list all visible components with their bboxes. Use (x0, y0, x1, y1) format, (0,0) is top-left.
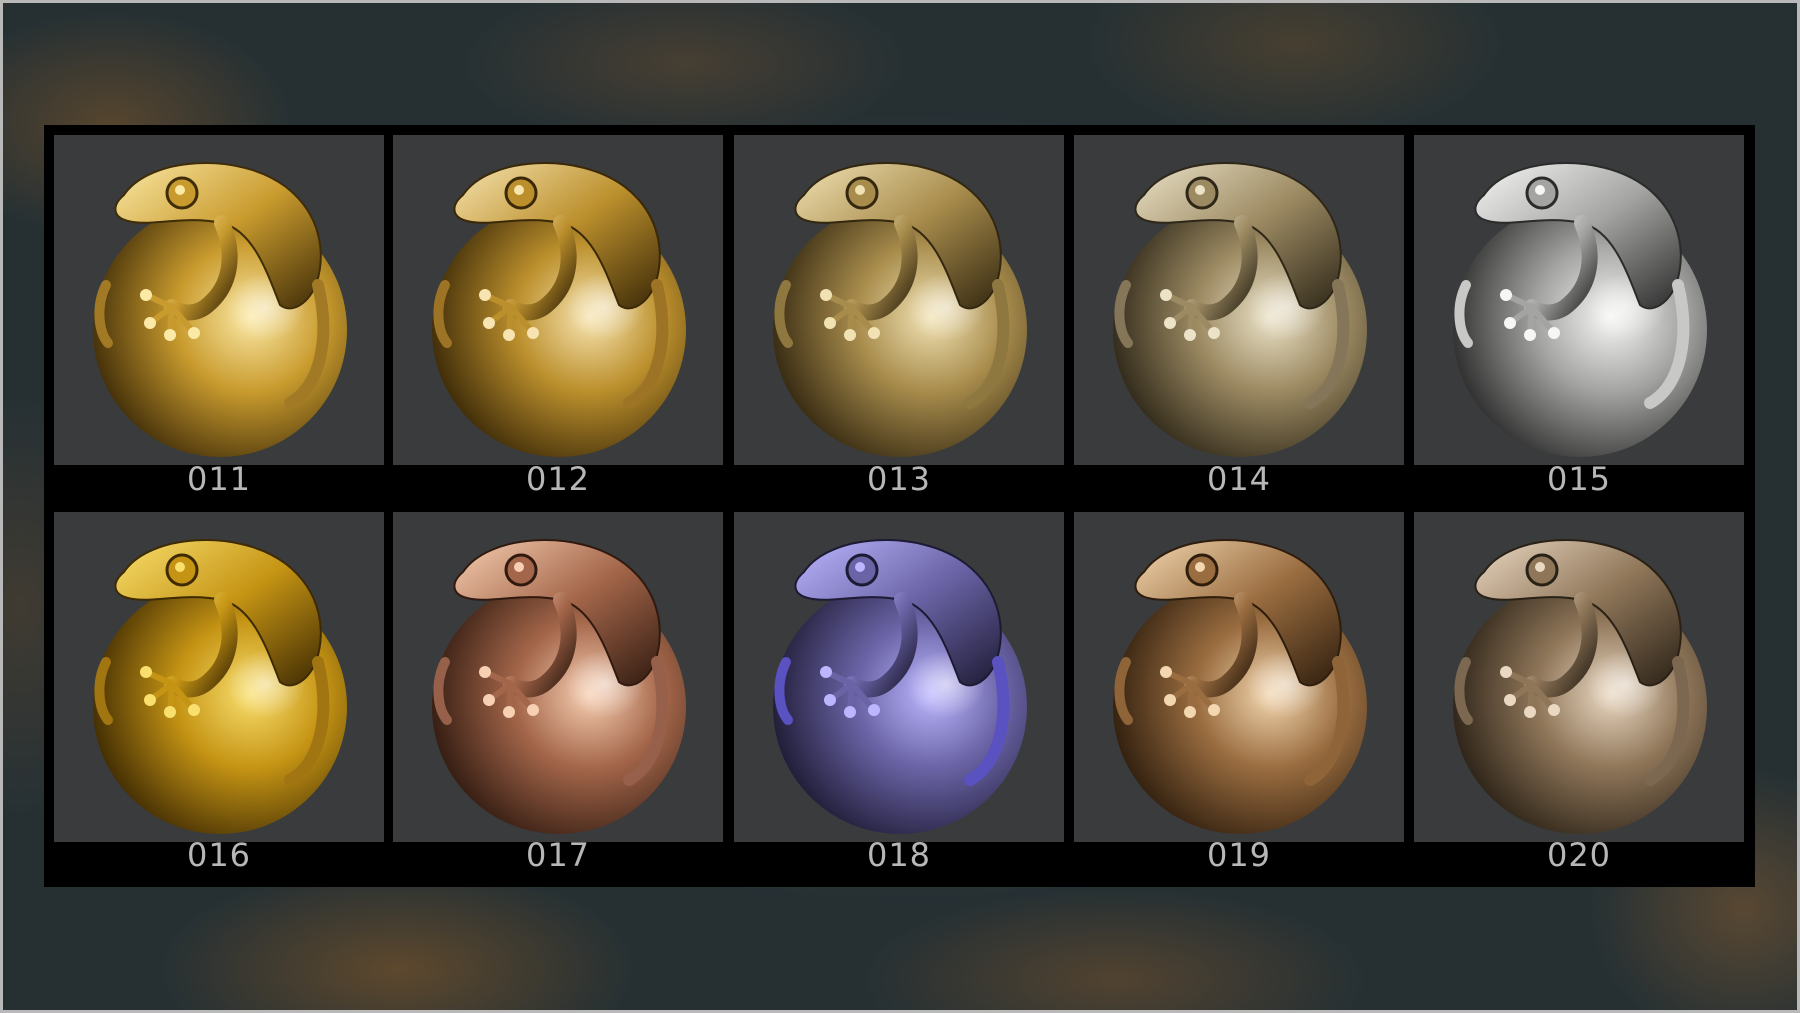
matcap-swatch-tile[interactable] (393, 135, 723, 465)
matcap-swatch-tile[interactable] (734, 135, 1064, 465)
matcap-swatch-tile[interactable] (1414, 512, 1744, 842)
frog-on-sphere-render (432, 539, 686, 834)
swatch-number-label: 018 (866, 836, 932, 874)
swatch-number-label: 014 (1206, 460, 1272, 498)
swatch-number-label: 012 (525, 460, 591, 498)
frog-on-sphere-render (773, 162, 1027, 457)
swatch-number-label: 015 (1546, 460, 1612, 498)
swatch-number-label: 020 (1546, 836, 1612, 874)
frog-on-sphere-render (93, 162, 347, 457)
swatch-number-label: 013 (866, 460, 932, 498)
frog-on-sphere-render (432, 162, 686, 457)
swatch-number-label: 019 (1206, 836, 1272, 874)
matcap-swatch-tile[interactable] (393, 512, 723, 842)
matcap-swatch-tile[interactable] (1074, 135, 1404, 465)
frog-on-sphere-render (773, 539, 1027, 834)
swatch-number-label: 016 (186, 836, 252, 874)
matcap-swatch-tile[interactable] (54, 135, 384, 465)
frog-on-sphere-render (1453, 539, 1707, 834)
matcap-swatch-tile[interactable] (54, 512, 384, 842)
swatch-grid-panel: 011 012 013 014 015 016 017 018 019 020 (44, 125, 1755, 887)
frog-on-sphere-render (1113, 539, 1367, 834)
matcap-swatch-tile[interactable] (1414, 135, 1744, 465)
swatch-number-label: 011 (186, 460, 252, 498)
swatch-number-label: 017 (525, 836, 591, 874)
matcap-swatch-tile[interactable] (734, 512, 1064, 842)
frog-on-sphere-render (93, 539, 347, 834)
frog-on-sphere-render (1453, 162, 1707, 457)
frog-on-sphere-render (1113, 162, 1367, 457)
matcap-swatch-tile[interactable] (1074, 512, 1404, 842)
